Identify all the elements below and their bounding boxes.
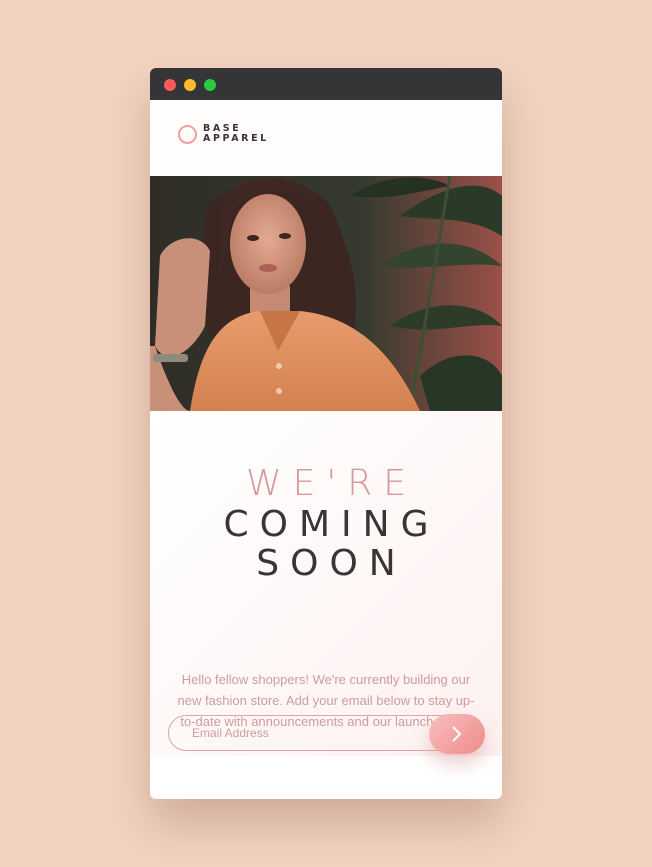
hero-image	[150, 176, 502, 411]
hero-photo-icon	[150, 176, 502, 411]
minimize-window-button[interactable]	[184, 79, 196, 91]
arrow-right-icon	[452, 726, 462, 742]
content-section: WE'RE COMING SOON Hello fellow shoppers!…	[150, 411, 502, 756]
submit-button[interactable]	[429, 714, 485, 754]
headline-coming: COMING	[223, 504, 440, 545]
window-titlebar	[150, 68, 502, 100]
browser-window: BASE APPAREL WE'RE COMING SOON Hello fel…	[150, 68, 502, 799]
logo-circle-icon	[178, 124, 197, 144]
headline-soon: SOON	[256, 543, 407, 584]
footer-strip	[150, 756, 502, 799]
maximize-window-button[interactable]	[204, 79, 216, 91]
site-header: BASE APPAREL	[150, 100, 502, 176]
email-form	[168, 714, 486, 754]
brand-logo[interactable]: BASE APPAREL	[178, 124, 269, 144]
headline-light: WE'RE	[246, 463, 417, 504]
logo-line-2: APPAREL	[203, 133, 269, 144]
logo-text: BASE APPAREL	[203, 124, 269, 144]
close-window-button[interactable]	[164, 79, 176, 91]
